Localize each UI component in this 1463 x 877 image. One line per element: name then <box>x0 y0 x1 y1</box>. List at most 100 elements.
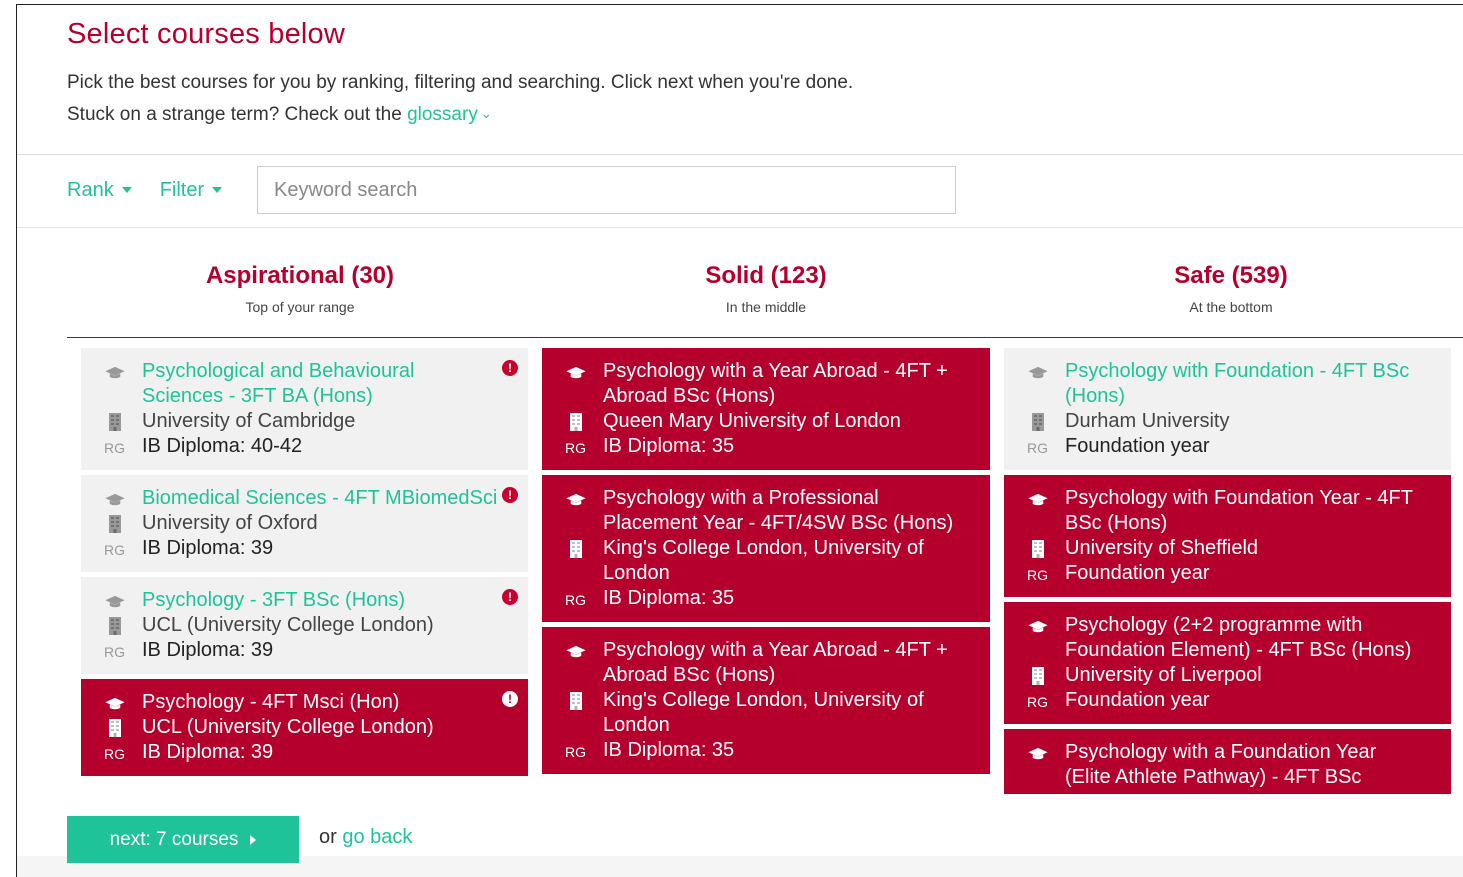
course-title[interactable]: Psychology with a Professional Placement… <box>603 486 960 536</box>
entry-requirement: IB Diploma: 35 <box>603 739 735 761</box>
course-row: Psychological and Behavioural Sciences -… <box>103 359 498 409</box>
course-title[interactable]: Biomedical Sciences - 4FT MBiomedSci <box>142 486 497 511</box>
requirement-row: RG Foundation year <box>1026 561 1421 588</box>
divider <box>17 227 1463 228</box>
course-row: Psychology with a Year Abroad - 4FT + Ab… <box>564 638 960 688</box>
course-title[interactable]: Psychology with a Year Abroad - 4FT + Ab… <box>603 359 960 409</box>
column-subheading: At the bottom <box>1189 299 1273 315</box>
graduation-cap-icon <box>1026 359 1065 380</box>
course-card[interactable]: ! Psychology - 3FT BSc (Hons) UCL (Univers… <box>81 577 528 674</box>
keyword-search-input[interactable] <box>257 166 956 214</box>
rank-dropdown[interactable]: Rank <box>67 179 132 202</box>
course-card[interactable]: Psychology with a Year Abroad - 4FT + Ab… <box>542 348 990 470</box>
column-header-safe: Safe (539) At the bottom <box>1011 262 1451 315</box>
entry-requirement: IB Diploma: 35 <box>603 587 735 609</box>
course-card[interactable]: Psychology with a Professional Placement… <box>542 475 990 622</box>
university-name: University of Cambridge <box>142 410 356 432</box>
russell-group-tag: RG <box>1027 440 1048 456</box>
column-heading: Aspirational (30) <box>205 262 395 289</box>
course-row: Psychology (2+2 programme with Foundatio… <box>1026 613 1421 663</box>
course-title[interactable]: Psychology - 3FT BSc (Hons) <box>142 588 405 613</box>
filter-dropdown[interactable]: Filter <box>159 178 223 202</box>
russell-group-tag: RG <box>565 592 586 608</box>
column-heading: Safe (539) <box>1174 262 1288 289</box>
russell-group-tag: RG <box>104 644 125 660</box>
course-card[interactable]: Psychology with a Year Abroad - 4FT + Ab… <box>542 627 990 774</box>
filter-dropdown-label: Filter <box>159 178 205 201</box>
entry-requirement: IB Diploma: 35 <box>603 435 735 457</box>
requirement-row: RG IB Diploma: 40-42 <box>103 434 498 461</box>
course-title[interactable]: Psychology with Foundation - 4FT BSc (Ho… <box>1065 359 1421 409</box>
graduation-cap-icon <box>564 359 603 380</box>
next-button-label: next: 7 courses <box>109 828 239 850</box>
university-row: King's College London, University of Lon… <box>564 536 960 586</box>
intro-line-2: Stuck on a strange term? Check out the g… <box>67 98 1447 130</box>
course-title[interactable]: Psychology - 4FT Msci (Hon) <box>142 690 399 715</box>
building-icon <box>103 511 142 533</box>
entry-requirement: IB Diploma: 40-42 <box>142 435 303 457</box>
graduation-cap-icon <box>103 690 142 711</box>
caret-down-icon <box>212 187 223 193</box>
exclamation-icon: ! <box>502 589 518 605</box>
university-name: University of Sheffield <box>1065 537 1259 559</box>
divider <box>17 154 1463 155</box>
russell-group-tag: RG <box>565 744 586 760</box>
intro-line-2-prefix: Stuck on a strange term? Check out the <box>67 104 402 125</box>
university-row: University of Oxford <box>103 511 498 536</box>
column-subheading: Top of your range <box>245 299 355 315</box>
russell-group-tag: RG <box>565 440 586 456</box>
next-button[interactable]: next: 7 courses <box>67 816 299 863</box>
exclamation-icon: ! <box>502 487 518 503</box>
course-card[interactable]: Psychology (2+2 programme with Foundatio… <box>1004 602 1451 724</box>
column-subheading: In the middle <box>725 299 807 315</box>
chevron-down-icon: ⌄ <box>480 106 492 121</box>
column-header-divider <box>67 337 1463 338</box>
entry-requirement: Foundation year <box>1065 689 1210 711</box>
graduation-cap-icon <box>1026 486 1065 507</box>
graduation-cap-icon <box>1026 740 1065 761</box>
requirement-row: RG IB Diploma: 35 <box>564 586 960 613</box>
course-card[interactable]: ! Biomedical Sciences - 4FT MBiomedSci Uni… <box>81 475 528 572</box>
course-row: Psychology with a Foundation Year (Elite… <box>1026 740 1421 790</box>
requirement-row: RG IB Diploma: 35 <box>564 738 960 765</box>
course-title[interactable]: Psychology with a Foundation Year (Elite… <box>1065 740 1421 790</box>
course-row: Psychology with a Professional Placement… <box>564 486 960 536</box>
course-column-aspirational: ! Psychological and Behavioural Sciences … <box>81 348 528 794</box>
course-card[interactable]: Psychology with Foundation Year - 4FT BS… <box>1004 475 1451 597</box>
graduation-cap-icon <box>103 359 142 380</box>
page-header: Select courses below Pick the best cours… <box>67 18 1447 130</box>
glossary-link[interactable]: glossary ⌄ <box>407 104 492 125</box>
exclamation-icon: ! <box>502 360 518 376</box>
university-name: UCL (University College London) <box>142 614 434 636</box>
course-row: Psychology with a Year Abroad - 4FT + Ab… <box>564 359 960 409</box>
course-card[interactable]: ! Psychological and Behavioural Sciences … <box>81 348 528 470</box>
building-icon <box>1026 536 1065 558</box>
or-text: or <box>319 826 337 848</box>
course-column-safe: Psychology with Foundation - 4FT BSc (Ho… <box>1004 348 1451 794</box>
course-card[interactable]: Psychology with Foundation - 4FT BSc (Ho… <box>1004 348 1451 470</box>
course-card[interactable]: ! Psychology - 4FT Msci (Hon) UCL (Univers… <box>81 679 528 776</box>
course-row: Psychology - 4FT Msci (Hon) <box>103 690 498 715</box>
course-row: Psychology with Foundation Year - 4FT BS… <box>1026 486 1421 536</box>
course-row: Psychology - 3FT BSc (Hons) <box>103 588 498 613</box>
requirement-row: RG IB Diploma: 39 <box>103 638 498 665</box>
russell-group-tag: RG <box>104 440 125 456</box>
go-back-link[interactable]: go back <box>342 826 412 848</box>
graduation-cap-icon <box>1026 613 1065 634</box>
university-row: UCL (University College London) <box>103 715 498 740</box>
entry-requirement: Foundation year <box>1065 435 1210 457</box>
course-title[interactable]: Psychology with Foundation Year - 4FT BS… <box>1065 486 1421 536</box>
university-row: Durham University <box>1026 409 1421 434</box>
go-back-text: or go back <box>319 826 412 849</box>
university-row: King's College London, University of Lon… <box>564 688 960 738</box>
course-card[interactable]: Psychology with a Foundation Year (Elite… <box>1004 729 1451 794</box>
building-icon <box>103 613 142 635</box>
graduation-cap-icon <box>564 638 603 659</box>
course-title[interactable]: Psychology (2+2 programme with Foundatio… <box>1065 613 1421 663</box>
course-title[interactable]: Psychological and Behavioural Sciences -… <box>142 359 498 409</box>
building-icon <box>103 409 142 431</box>
requirement-row: RG IB Diploma: 39 <box>103 740 498 767</box>
requirement-row: RG Foundation year <box>1026 688 1421 715</box>
course-title[interactable]: Psychology with a Year Abroad - 4FT + Ab… <box>603 638 960 688</box>
entry-requirement: IB Diploma: 39 <box>142 537 274 559</box>
